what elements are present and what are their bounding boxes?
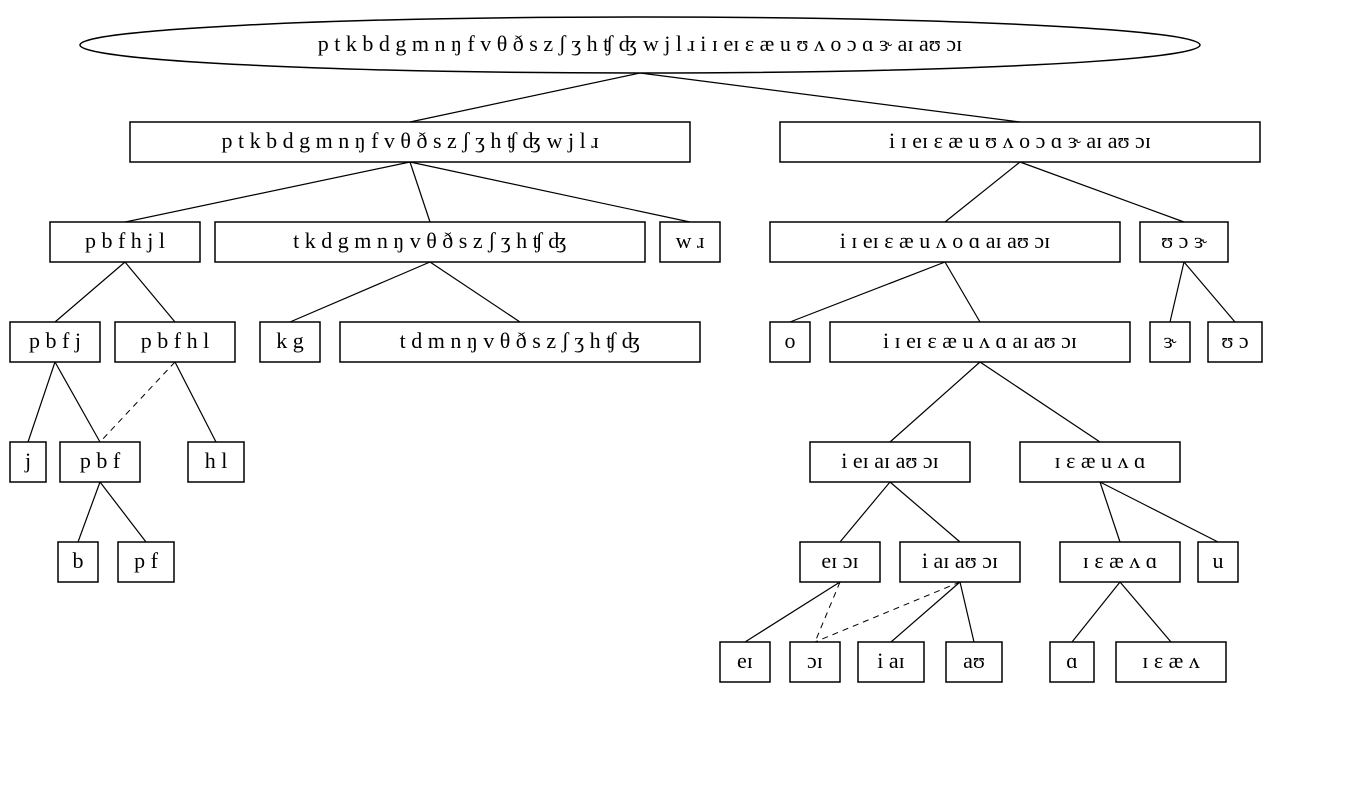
- node-root: p t k b d g m n ŋ f v θ ð s z ʃ ʒ h ʧ ʤ …: [80, 17, 1200, 73]
- node-label: ɪ ɛ æ ʌ ɑ: [1083, 548, 1158, 573]
- node-L7au: aʊ: [946, 642, 1002, 682]
- node-v1b1a: eɪ ɔɪ: [800, 542, 880, 582]
- edge: [945, 162, 1020, 222]
- node-label: p b f j: [29, 328, 81, 353]
- edge: [891, 582, 960, 642]
- edge: [1020, 162, 1184, 222]
- node-label: eɪ ɔɪ: [821, 548, 858, 573]
- edge: [290, 262, 430, 322]
- node-c3: w ɹ: [660, 222, 720, 262]
- tree-diagram: p t k b d g m n ŋ f v θ ð s z ʃ ʒ h ʧ ʤ …: [0, 0, 1359, 812]
- node-c1b: p b f h l: [115, 322, 235, 362]
- edge: [1100, 482, 1218, 542]
- edge: [125, 162, 410, 222]
- edge: [980, 362, 1100, 442]
- node-v1b2a: ɪ ɛ æ ʌ ɑ: [1060, 542, 1180, 582]
- edge: [640, 73, 1020, 122]
- node-label: ɝ: [1164, 328, 1177, 353]
- node-label: i ɪ eɪ ɛ æ u ʌ o ɑ aɪ aʊ ɔɪ: [840, 228, 1051, 253]
- node-label: h l: [205, 448, 228, 473]
- node-cons: p t k b d g m n ŋ f v θ ð s z ʃ ʒ h ʧ ʤ …: [130, 122, 690, 162]
- node-label: o: [785, 328, 796, 353]
- node-label: eɪ: [737, 648, 753, 673]
- edge: [100, 482, 146, 542]
- node-label: t k d g m n ŋ v θ ð s z ʃ ʒ h ʧ ʤ: [293, 228, 567, 253]
- node-v1: i ɪ eɪ ɛ æ u ʌ o ɑ aɪ aʊ ɔɪ: [770, 222, 1120, 262]
- node-label: j: [24, 448, 31, 473]
- edge: [55, 262, 125, 322]
- node-label: i aɪ: [877, 648, 905, 673]
- node-L5j: j: [10, 442, 46, 482]
- edge: [1072, 582, 1120, 642]
- node-c1a: p b f j: [10, 322, 100, 362]
- edge-dashed: [815, 582, 960, 642]
- node-c2b: t d m n ŋ v θ ð s z ʃ ʒ h ʧ ʤ: [340, 322, 700, 362]
- node-label: ʊ ɔ ɝ: [1161, 228, 1207, 253]
- node-L5pbf: p b f: [60, 442, 140, 482]
- node-c2a: k g: [260, 322, 320, 362]
- node-c1: p b f h j l: [50, 222, 200, 262]
- node-label: p b f h j l: [85, 228, 165, 253]
- node-label: i aɪ aʊ ɔɪ: [922, 548, 998, 573]
- node-label: p t k b d g m n ŋ f v θ ð s z ʃ ʒ h ʧ ʤ …: [221, 128, 598, 153]
- node-v1b1b: i aɪ aʊ ɔɪ: [900, 542, 1020, 582]
- edge: [1120, 582, 1171, 642]
- node-v2: ʊ ɔ ɝ: [1140, 222, 1228, 262]
- edge: [430, 262, 520, 322]
- node-label: p b f h l: [141, 328, 209, 353]
- edge: [890, 482, 960, 542]
- node-v2b: ʊ ɔ: [1208, 322, 1262, 362]
- edge: [410, 162, 690, 222]
- edge: [410, 73, 640, 122]
- edge: [790, 262, 945, 322]
- node-v2a: ɝ: [1150, 322, 1190, 362]
- node-L6pf: p f: [118, 542, 174, 582]
- node-L7ei: eɪ: [720, 642, 770, 682]
- edge: [1170, 262, 1184, 322]
- node-v1b2b: u: [1198, 542, 1238, 582]
- node-label: p t k b d g m n ŋ f v θ ð s z ʃ ʒ h ʧ ʤ …: [318, 31, 962, 56]
- node-label: i ɪ eɪ ɛ æ u ʌ ɑ aɪ aʊ ɔɪ: [883, 328, 1077, 353]
- node-v1b: i ɪ eɪ ɛ æ u ʌ ɑ aɪ aʊ ɔɪ: [830, 322, 1130, 362]
- node-label: ɪ ɛ æ u ʌ ɑ: [1054, 448, 1145, 473]
- edge: [175, 362, 216, 442]
- node-label: p f: [134, 548, 159, 573]
- node-v1b2: ɪ ɛ æ u ʌ ɑ: [1020, 442, 1180, 482]
- node-label: w ɹ: [676, 228, 705, 253]
- node-label: i eɪ aɪ aʊ ɔɪ: [841, 448, 939, 473]
- node-label: p b f: [80, 448, 121, 473]
- node-v1a: o: [770, 322, 810, 362]
- edge: [890, 362, 980, 442]
- node-label: u: [1213, 548, 1224, 573]
- node-L7iai: i aɪ: [858, 642, 924, 682]
- edge: [945, 262, 980, 322]
- node-label: aʊ: [963, 648, 985, 673]
- node-L5hl: h l: [188, 442, 244, 482]
- node-c2: t k d g m n ŋ v θ ð s z ʃ ʒ h ʧ ʤ: [215, 222, 645, 262]
- node-label: t d m n ŋ v θ ð s z ʃ ʒ h ʧ ʤ: [400, 328, 641, 353]
- node-L7rest: ɪ ɛ æ ʌ: [1116, 642, 1226, 682]
- edge: [410, 162, 430, 222]
- edge: [745, 582, 840, 642]
- node-L6b: b: [58, 542, 98, 582]
- node-label: ɑ: [1066, 648, 1078, 673]
- node-L7oi: ɔɪ: [790, 642, 840, 682]
- node-label: k g: [276, 328, 304, 353]
- edge-dashed: [100, 362, 175, 442]
- node-v1b1: i eɪ aɪ aʊ ɔɪ: [810, 442, 970, 482]
- node-label: ɔɪ: [807, 648, 823, 673]
- node-label: b: [73, 548, 84, 573]
- node-vow: i ɪ eɪ ɛ æ u ʊ ʌ o ɔ ɑ ɝ aɪ aʊ ɔɪ: [780, 122, 1260, 162]
- edge: [28, 362, 55, 442]
- node-label: ʊ ɔ: [1221, 328, 1248, 353]
- edge: [840, 482, 890, 542]
- edge: [1184, 262, 1235, 322]
- node-L7a: ɑ: [1050, 642, 1094, 682]
- edge: [78, 482, 100, 542]
- edge: [125, 262, 175, 322]
- edge: [960, 582, 974, 642]
- node-label: ɪ ɛ æ ʌ: [1142, 648, 1200, 673]
- edge: [55, 362, 100, 442]
- node-label: i ɪ eɪ ɛ æ u ʊ ʌ o ɔ ɑ ɝ aɪ aʊ ɔɪ: [889, 128, 1151, 153]
